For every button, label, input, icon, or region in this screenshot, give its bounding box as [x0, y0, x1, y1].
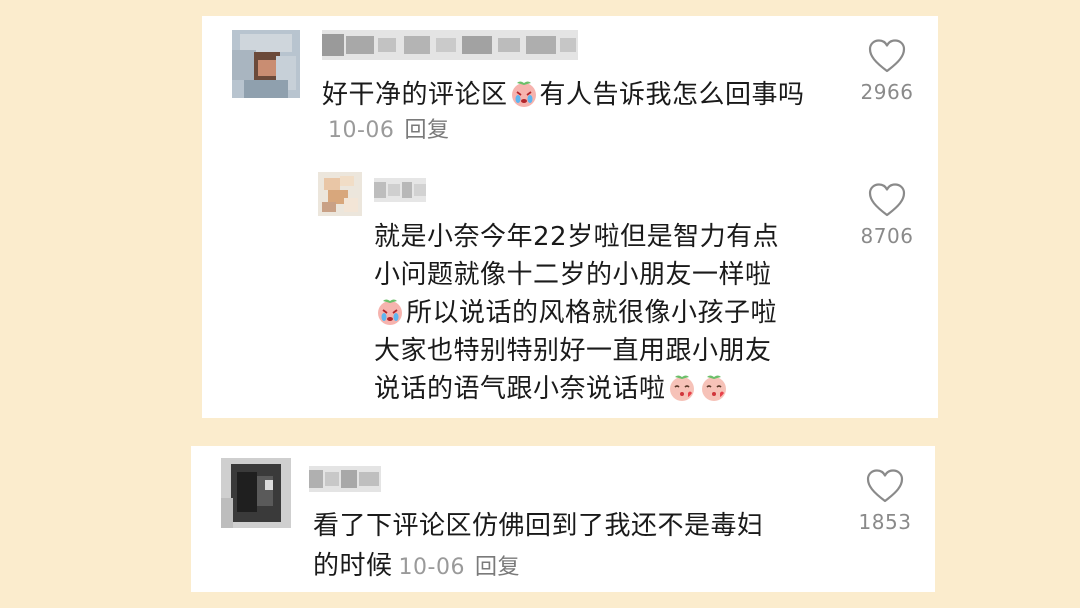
comment-text: 好干净的评论区 有人告诉我怎么回事吗 10-06 回复	[322, 78, 842, 148]
username-blurred[interactable]	[309, 466, 381, 492]
crying-peach-emoji	[511, 81, 536, 107]
avatar[interactable]	[221, 458, 291, 528]
comment-text-part1: 好干净的评论区	[322, 80, 508, 110]
username-blurred[interactable]	[322, 30, 578, 60]
comment-card-2: 看了下评论区仿佛回到了我还不是毒妇 的时候 10-06 回复 1853	[191, 446, 935, 592]
avatar[interactable]	[232, 30, 300, 98]
comment-date: 10-06	[398, 555, 465, 580]
like-count: 8706	[860, 224, 914, 248]
reply-button[interactable]: 回复	[404, 118, 449, 143]
reply-like-button[interactable]: 8706	[855, 182, 919, 248]
comment-date: 10-06	[328, 118, 395, 143]
reply-avatar[interactable]	[318, 172, 362, 216]
comment-text-part2: 有人告诉我怎么回事吗	[539, 80, 805, 110]
reply-line-5: 说话的语气跟小奈说话啦	[374, 374, 666, 404]
comment-text: 看了下评论区仿佛回到了我还不是毒妇 的时候 10-06 回复	[313, 506, 833, 588]
heart-icon	[868, 39, 906, 73]
heart-icon	[868, 183, 906, 217]
kissing-peach-emoji	[669, 375, 694, 401]
reply-line-1: 就是小奈今年22岁啦但是智力有点	[374, 222, 780, 252]
reply-line-3: 所以说话的风格就很像小孩子啦	[406, 298, 778, 328]
like-count: 1853	[858, 510, 912, 534]
comment-line-2: 的时候	[313, 551, 393, 581]
comment-card-1: 好干净的评论区 有人告诉我怎么回事吗 10-06 回复 2966 就是小奈今年2…	[202, 16, 938, 418]
reply-username-blurred[interactable]	[374, 178, 426, 202]
kissing-peach-emoji	[701, 375, 726, 401]
comment-line-1: 看了下评论区仿佛回到了我还不是毒妇	[313, 511, 764, 541]
reply-button[interactable]: 回复	[475, 555, 520, 580]
like-button[interactable]: 1853	[853, 468, 917, 534]
reply-text: 就是小奈今年22岁啦但是智力有点 小问题就像十二岁的小朋友一样啦 所以说话的风格…	[374, 218, 834, 408]
like-count: 2966	[860, 80, 914, 104]
heart-icon	[866, 469, 904, 503]
like-button[interactable]: 2966	[855, 38, 919, 104]
reply-line-4: 大家也特别特别好一直用跟小朋友	[374, 336, 772, 366]
crying-peach-emoji	[378, 299, 402, 325]
reply-line-2: 小问题就像十二岁的小朋友一样啦	[374, 260, 772, 290]
